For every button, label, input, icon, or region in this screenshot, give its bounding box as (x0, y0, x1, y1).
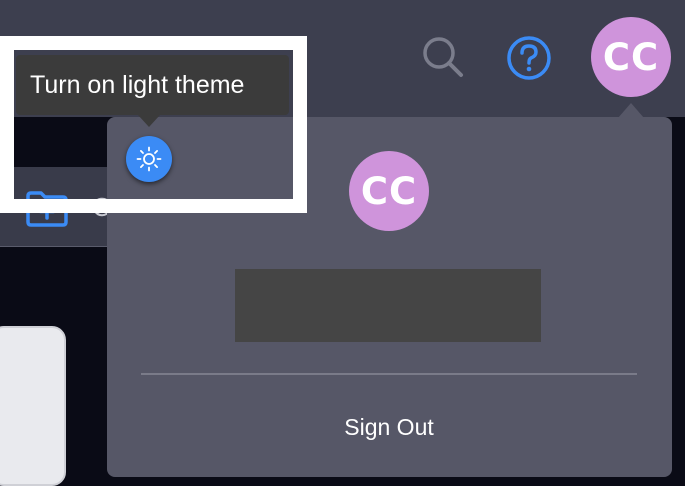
account-menu-caret (618, 103, 644, 118)
search-icon (423, 37, 463, 77)
redacted-account-info (235, 269, 541, 342)
help-button[interactable] (505, 34, 553, 82)
account-avatar-button[interactable]: CC (591, 17, 671, 97)
light-theme-toggle-button[interactable] (126, 136, 172, 182)
content-card[interactable] (0, 326, 66, 486)
account-menu-divider (141, 373, 637, 375)
sign-out-button[interactable]: Sign Out (141, 405, 637, 449)
account-menu-avatar: CC (349, 151, 429, 231)
tooltip-caret (138, 115, 160, 127)
theme-tooltip: Turn on light theme (16, 55, 289, 115)
search-button[interactable] (418, 34, 468, 80)
help-icon (507, 36, 551, 80)
sun-icon (136, 146, 162, 172)
